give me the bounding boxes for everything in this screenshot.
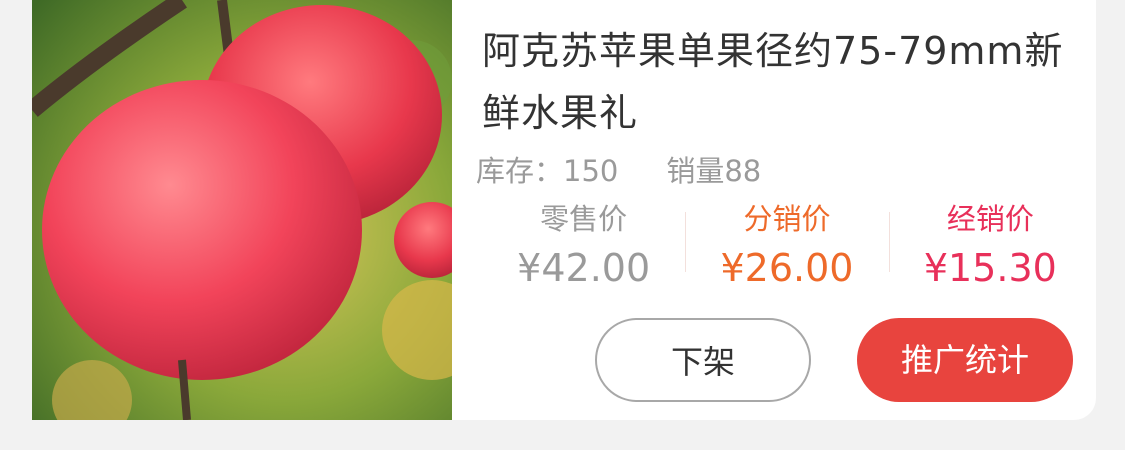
distribution-price-value: ¥26.00 — [720, 246, 854, 290]
product-meta: 库存：150 销量88 — [476, 148, 761, 190]
retail-price: 零售价 ¥42.00 — [482, 200, 685, 290]
product-title: 阿克苏苹果单果径约75-79mm新鲜水果礼 — [482, 29, 1064, 135]
price-row: 零售价 ¥42.00 分销价 ¥26.00 经销价 ¥15.30 — [482, 200, 1092, 290]
off-shelf-button[interactable]: 下架 — [595, 318, 811, 402]
dealer-price-value: ¥15.30 — [923, 246, 1057, 290]
retail-price-value: ¥42.00 — [517, 246, 651, 290]
dealer-price-label: 经销价 — [946, 202, 1034, 236]
apple-photo-icon — [32, 0, 452, 420]
dealer-price: 经销价 ¥15.30 — [888, 200, 1092, 290]
promo-stats-button[interactable]: 推广统计 — [857, 318, 1073, 402]
retail-price-label: 零售价 — [540, 202, 628, 236]
sales-count: 销量88 — [666, 154, 762, 188]
product-card[interactable]: 阿克苏苹果单果径约75-79mm新鲜水果礼 库存：150 销量88 零售价 ¥4… — [32, 0, 1096, 420]
product-image[interactable] — [32, 0, 452, 420]
stock-count: 库存：150 — [476, 154, 619, 188]
distribution-price: 分销价 ¥26.00 — [685, 200, 888, 290]
distribution-price-label: 分销价 — [743, 202, 831, 236]
